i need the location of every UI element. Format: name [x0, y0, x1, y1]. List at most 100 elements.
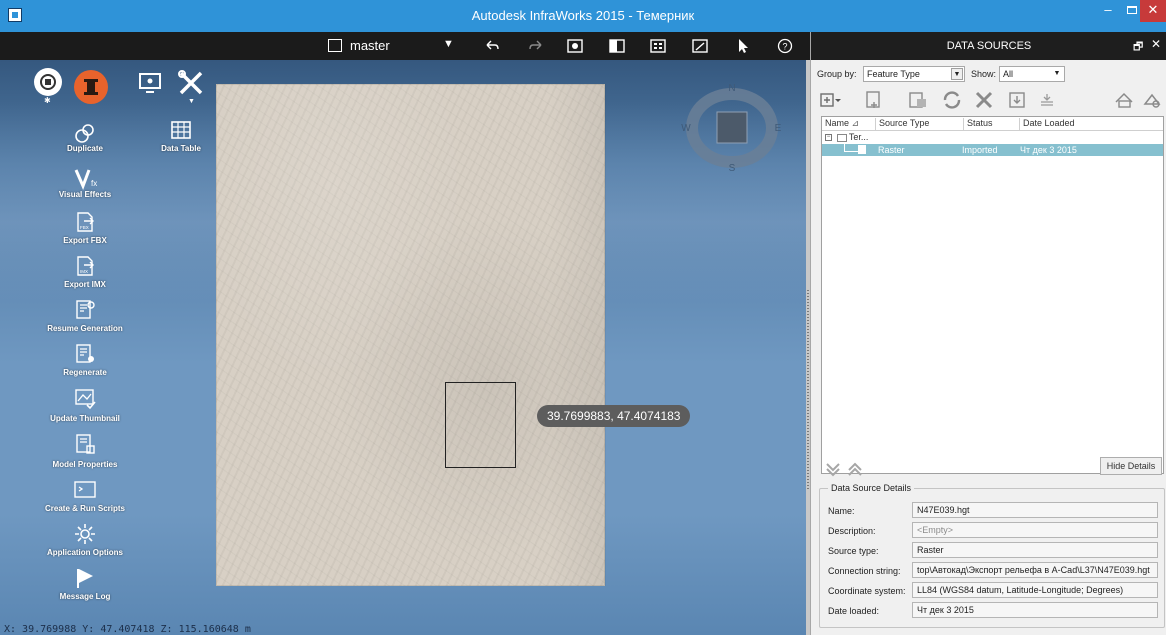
- detail-coordinate-system-field[interactable]: LL84 (WGS84 datum, Latitude-Longitude; D…: [912, 582, 1158, 598]
- terrain-surface[interactable]: [216, 84, 605, 586]
- split-view-icon[interactable]: [608, 37, 626, 55]
- duplicate-icon: [75, 124, 94, 143]
- database-icon[interactable]: [1113, 90, 1135, 110]
- regenerate-tool[interactable]: Regenerate: [30, 342, 140, 378]
- add-file-icon[interactable]: [863, 90, 885, 110]
- column-date-loaded[interactable]: Date Loaded: [1020, 118, 1163, 130]
- move-up-icon[interactable]: [848, 462, 862, 476]
- refresh-icon[interactable]: [941, 90, 963, 110]
- detail-date-loaded-row: Date loaded: Чт дек 3 2015: [820, 602, 1166, 620]
- data-table-tool[interactable]: Data Table: [126, 118, 236, 154]
- float-panel-icon[interactable]: 🗗: [1133, 38, 1143, 57]
- delete-icon[interactable]: [973, 90, 995, 110]
- chevron-down-icon[interactable]: ▼: [951, 68, 963, 80]
- svg-text:FBX: FBX: [80, 225, 89, 230]
- camera-icon[interactable]: [566, 37, 584, 55]
- folder-icon: [836, 133, 847, 142]
- detail-description-field[interactable]: <Empty>: [912, 522, 1158, 538]
- view-compass[interactable]: N E S W: [681, 83, 783, 177]
- add-data-source-icon[interactable]: [819, 90, 841, 110]
- hide-details-button[interactable]: Hide Details: [1100, 457, 1162, 475]
- column-status[interactable]: Status: [964, 118, 1020, 130]
- create-run-scripts-tool[interactable]: Create & Run Scripts: [30, 478, 140, 514]
- application-options-tool[interactable]: Application Options: [30, 522, 140, 558]
- visual-effects-tool[interactable]: fx Visual Effects: [30, 166, 140, 202]
- tools-tab-icon[interactable]: [176, 68, 206, 98]
- resume-generation-tool[interactable]: Resume Generation: [30, 298, 140, 334]
- duplicate-tool[interactable]: Duplicate: [30, 122, 140, 158]
- details-legend: Data Source Details: [828, 483, 915, 493]
- viewport-toolbar: master ▼ ?: [0, 32, 810, 60]
- help-icon[interactable]: ?: [776, 37, 794, 55]
- update-thumbnail-tool[interactable]: Update Thumbnail: [30, 386, 140, 423]
- visual-effects-label: Visual Effects: [58, 190, 112, 199]
- tree-group-row[interactable]: − Ter...: [825, 132, 868, 144]
- resume-generation-icon: [76, 300, 95, 319]
- export-imx-tool[interactable]: IMX Export IMX: [30, 254, 140, 290]
- show-select[interactable]: All ▼: [999, 66, 1065, 82]
- terrain-shading: [548, 84, 606, 586]
- export-imx-icon: IMX: [77, 256, 94, 276]
- export-list-icon[interactable]: [1037, 90, 1059, 110]
- splitter-grip[interactable]: [807, 290, 809, 490]
- detail-date-loaded-label: Date loaded:: [828, 606, 880, 616]
- configure-icon[interactable]: [907, 90, 929, 110]
- detail-connection-string-field[interactable]: top\Автокад\Экспорт рельефа в A-Cad\L37\…: [912, 562, 1158, 578]
- gear-icon: [75, 524, 95, 544]
- cloud-icon[interactable]: [1141, 90, 1163, 110]
- model-properties-icon: [76, 434, 95, 454]
- detail-source-type-field[interactable]: Raster: [912, 542, 1158, 558]
- row-source-type: Raster: [878, 145, 905, 155]
- window-titlebar: Autodesk InfraWorks 2015 - Темерник – ✕: [0, 0, 1166, 32]
- data-sources-toolbar: [811, 88, 1166, 114]
- group-by-select[interactable]: Feature Type ▼: [863, 66, 965, 82]
- model-properties-tool[interactable]: Model Properties: [30, 432, 140, 469]
- selection-rectangle[interactable]: [445, 382, 516, 468]
- data-source-details: Data Source Details Name: N47E039.hgt De…: [819, 483, 1166, 628]
- detail-name-field[interactable]: N47E039.hgt: [912, 502, 1158, 518]
- filter-row: Group by: Feature Type ▼ Show: All ▼: [811, 66, 1166, 84]
- window-title: Autodesk InfraWorks 2015 - Темерник: [471, 8, 695, 23]
- raster-file-icon: [858, 145, 866, 154]
- undo-icon[interactable]: [483, 37, 501, 55]
- data-sources-list[interactable]: Name ⊿ Source Type Status Date Loaded − …: [821, 116, 1164, 474]
- svg-text:?: ?: [782, 42, 787, 52]
- visual-effects-icon: fx: [74, 169, 97, 190]
- detail-date-loaded-field[interactable]: Чт дек 3 2015: [912, 602, 1158, 618]
- redo-icon[interactable]: [527, 37, 545, 55]
- export-fbx-tool[interactable]: FBX Export FBX: [30, 210, 140, 246]
- grid-view-icon[interactable]: [649, 37, 667, 55]
- branch-dropdown[interactable]: ▼: [443, 38, 454, 50]
- column-source-type[interactable]: Source Type: [876, 118, 964, 130]
- present-tab-icon[interactable]: [138, 72, 162, 94]
- detail-name-label: Name:: [828, 506, 855, 516]
- compass-south[interactable]: S: [729, 163, 736, 174]
- collapse-icon[interactable]: −: [825, 134, 832, 142]
- close-panel-icon[interactable]: ✕: [1151, 37, 1161, 51]
- application-options-label: Application Options: [47, 548, 123, 557]
- detail-connection-string-row: Connection string: top\Автокад\Экспорт р…: [820, 562, 1166, 580]
- pointer-icon[interactable]: [734, 37, 752, 55]
- message-log-tool[interactable]: Message Log: [30, 566, 140, 602]
- tools-tab-dropdown-icon[interactable]: ▼: [188, 98, 195, 105]
- export-fbx-label: Export FBX: [63, 236, 107, 245]
- row-status: Imported: [962, 145, 998, 155]
- close-button[interactable]: ✕: [1140, 0, 1166, 22]
- move-down-icon[interactable]: [826, 463, 840, 477]
- compass-west[interactable]: W: [681, 123, 691, 134]
- compass-east[interactable]: E: [775, 123, 782, 134]
- chevron-down-icon[interactable]: ▼: [1051, 68, 1063, 80]
- table-row[interactable]: Raster Imported Чт дек 3 2015: [822, 144, 1163, 156]
- column-name[interactable]: Name ⊿: [822, 118, 876, 130]
- branch-icon: [328, 39, 342, 52]
- branch-selector[interactable]: master: [350, 38, 390, 53]
- import-icon[interactable]: [1007, 90, 1029, 110]
- cursor-coordinates-status: X: 39.769988 Y: 47.407418 Z: 115.160648 …: [4, 624, 251, 635]
- infraworks-tab[interactable]: [74, 70, 108, 104]
- update-thumbnail-label: Update Thumbnail: [50, 414, 120, 423]
- group-by-value: Feature Type: [867, 69, 920, 79]
- detail-source-type-row: Source type: Raster: [820, 542, 1166, 560]
- bookmark-icon[interactable]: [691, 37, 709, 55]
- compass-north[interactable]: N: [728, 83, 735, 94]
- create-tab[interactable]: [34, 68, 62, 96]
